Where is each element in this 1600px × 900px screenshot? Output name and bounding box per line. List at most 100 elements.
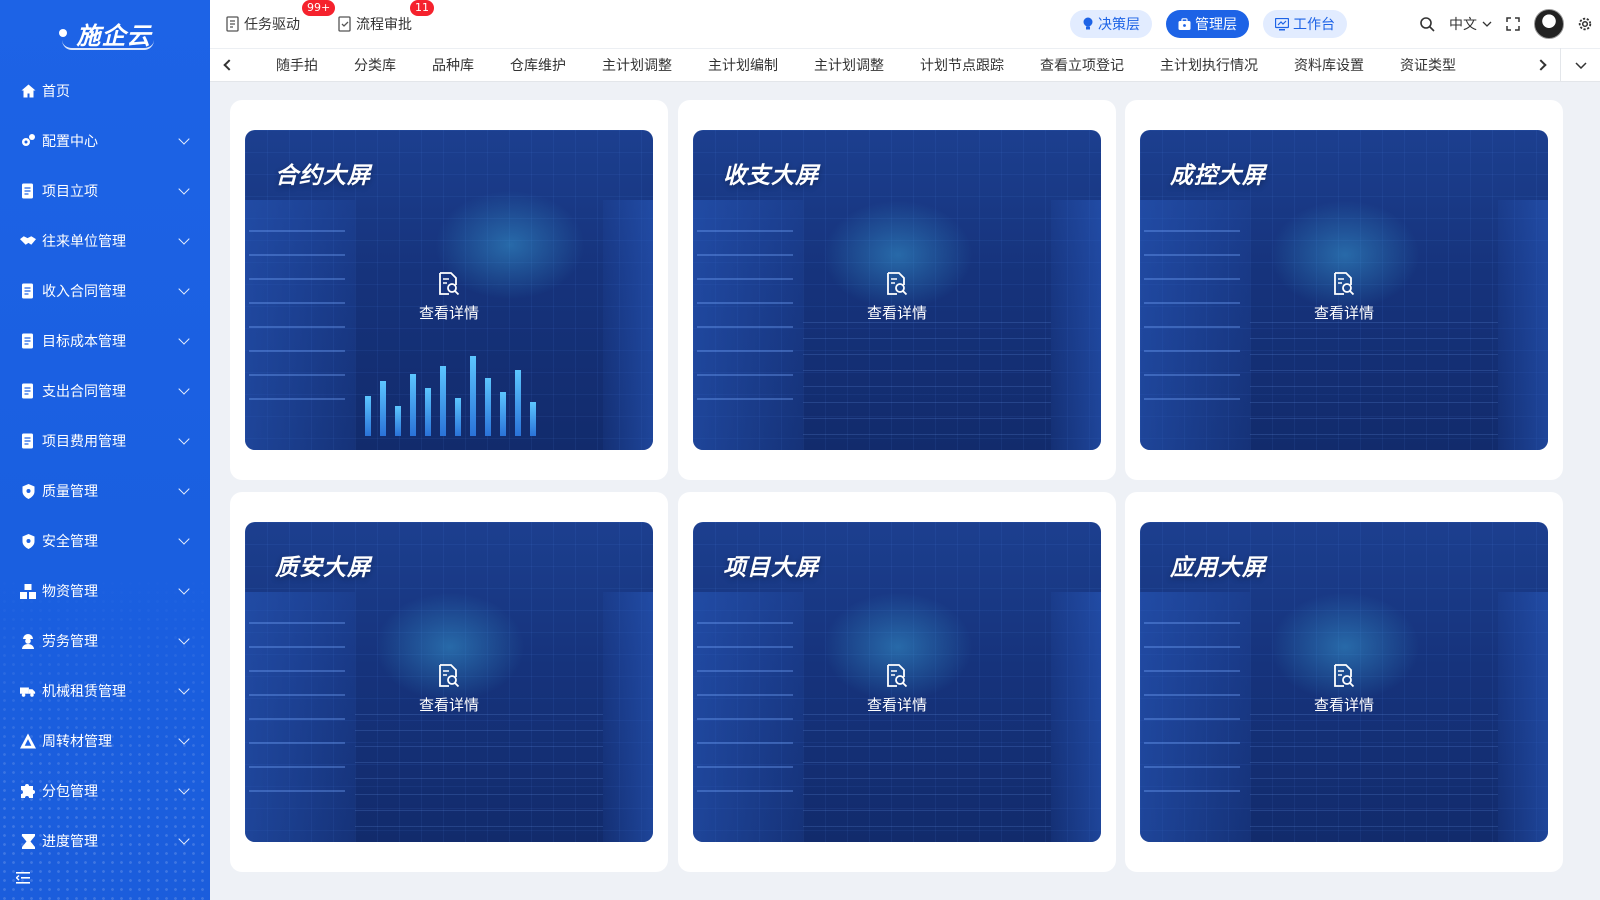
sidebar-item-0[interactable]: 首页 (0, 66, 210, 116)
sidebar-item-2[interactable]: 项目立项 (0, 166, 210, 216)
tab-bar: 随手拍 分类库 品种库 仓库维护 主计划调整 主计划编制 主计划调整 计划节点跟踪 查看立项登记… (210, 48, 1600, 82)
sidebar-item-label: 往来单位管理 (42, 234, 126, 250)
decision-layer-button[interactable]: 决策层 (1070, 10, 1152, 38)
view-details-button[interactable]: 查看详情 (867, 664, 927, 715)
decor-bar (440, 366, 446, 436)
settings-gear-icon[interactable] (1578, 17, 1592, 31)
tab-1[interactable]: 分类库 (354, 55, 396, 75)
app-logo[interactable]: 施企云 (0, 0, 210, 66)
contract-icon (20, 283, 36, 299)
decor-bar (365, 396, 371, 436)
tab-4[interactable]: 主计划调整 (602, 55, 672, 75)
language-select[interactable]: 中文 (1449, 14, 1492, 34)
logo-dot (58, 29, 67, 37)
sidebar-item-4[interactable]: 收入合同管理 (0, 266, 210, 316)
dashboard-preview[interactable]: 收支大屏 查看详情 (693, 130, 1101, 450)
dashboard-preview[interactable]: 成控大屏查看详情 (1140, 130, 1548, 450)
view-details-button[interactable]: 查看详情 (419, 664, 479, 715)
user-avatar[interactable] (1534, 9, 1564, 39)
screen-right-panel (603, 592, 653, 842)
screen-row-line (697, 694, 793, 696)
expense-icon (20, 433, 36, 449)
view-details-label: 查看详情 (1313, 304, 1375, 322)
screen-row-line (1144, 646, 1240, 648)
dashboard-card[interactable]: 合约大屏查看详情 (230, 100, 668, 480)
sidebar-item-12[interactable]: 机械租赁管理 (0, 666, 210, 716)
sidebar-item-6[interactable]: 支出合同管理 (0, 366, 210, 416)
sidebar-item-14[interactable]: 分包管理 (0, 766, 210, 816)
chevron-down-icon (178, 383, 190, 395)
sidebar-item-10[interactable]: 物资管理 (0, 566, 210, 616)
sidebar-item-9[interactable]: 安全管理 (0, 516, 210, 566)
dashboard-card[interactable]: 收支大屏 查看详情 (678, 100, 1116, 480)
view-details-button[interactable]: 查看详情 (419, 272, 479, 323)
chevron-down-icon (178, 433, 190, 445)
screen-row-line (697, 718, 793, 720)
sidebar-item-label: 物资管理 (42, 584, 98, 600)
chevron-down-icon (178, 183, 190, 195)
dashboard-card[interactable]: 成控大屏查看详情 (1125, 100, 1563, 480)
screen-row-line (697, 350, 793, 352)
tab-9[interactable]: 主计划执行情况 (1160, 55, 1258, 75)
dashboard-card[interactable]: 应用大屏 查看详情 (1125, 492, 1563, 872)
dashboard-preview[interactable]: 质安大屏查看详情 (245, 522, 653, 842)
chevron-down-icon (1574, 61, 1587, 69)
sidebar-item-1[interactable]: 配置中心 (0, 116, 210, 166)
screen-row-line (1144, 742, 1240, 744)
sidebar-item-label: 配置中心 (42, 134, 98, 150)
tabs-scroll-left-button[interactable] (210, 48, 244, 82)
dashboard-card[interactable]: 项目大屏查看详情 (678, 492, 1116, 872)
sidebar-item-15[interactable]: 进度管理 (0, 816, 210, 866)
screen-left-panel (1140, 200, 1250, 450)
sidebar-item-7[interactable]: 项目费用管理 (0, 416, 210, 466)
decor-bar (395, 406, 401, 436)
chevron-left-icon (223, 59, 235, 71)
view-details-button[interactable]: 查看详情 (1314, 664, 1374, 715)
dashboard-preview[interactable]: 项目大屏查看详情 (693, 522, 1101, 842)
dashboard-card[interactable]: 质安大屏查看详情 (230, 492, 668, 872)
screen-bar-decor (365, 346, 536, 436)
tab-7[interactable]: 计划节点跟踪 (920, 55, 1004, 75)
task-driven-button[interactable]: 任务驱动 99+ (226, 0, 336, 34)
monitor-icon (1275, 17, 1289, 30)
sidebar-item-8[interactable]: 质量管理 (0, 466, 210, 516)
dashboard-title: 质安大屏 (275, 555, 371, 581)
tab-8[interactable]: 查看立项登记 (1040, 55, 1124, 75)
tab-list: 随手拍 分类库 品种库 仓库维护 主计划调整 主计划编制 主计划调整 计划节点跟踪 查看立项登记… (244, 55, 1526, 75)
tab-5[interactable]: 主计划编制 (708, 55, 778, 75)
dashboard-preview[interactable]: 合约大屏查看详情 (245, 130, 653, 450)
view-details-button[interactable]: 查看详情 (1314, 272, 1374, 323)
fullscreen-icon[interactable] (1506, 17, 1520, 31)
approval-count-badge: 11 (410, 0, 434, 16)
management-layer-button[interactable]: 管理层 (1166, 10, 1249, 38)
dashboard-preview[interactable]: 应用大屏 查看详情 (1140, 522, 1548, 842)
screen-right-panel (1051, 200, 1101, 450)
sidebar-item-5[interactable]: 目标成本管理 (0, 316, 210, 366)
sidebar-item-13[interactable]: 周转材管理 (0, 716, 210, 766)
sidebar-item-label: 项目费用管理 (42, 434, 126, 450)
tabs-more-button[interactable] (1560, 48, 1600, 82)
dashboard-title: 项目大屏 (723, 555, 819, 581)
search-icon[interactable] (1420, 16, 1435, 32)
tabs-scroll-right-button[interactable] (1526, 48, 1560, 82)
workbench-button[interactable]: 工作台 (1263, 10, 1347, 38)
sidebar-menu: 首页配置中心项目立项往来单位管理收入合同管理 目标成本管理 支出合同管理项目费用管理… (0, 66, 210, 866)
tab-11[interactable]: 资证类型 (1400, 55, 1456, 75)
tab-6[interactable]: 主计划调整 (814, 55, 884, 75)
view-details-button[interactable]: 查看详情 (867, 272, 927, 323)
payment-icon (20, 383, 36, 399)
document-search-icon (887, 272, 908, 296)
tab-10[interactable]: 资料库设置 (1294, 55, 1364, 75)
tab-3[interactable]: 仓库维护 (510, 55, 566, 75)
tab-2[interactable]: 品种库 (432, 55, 474, 75)
dashboard-title: 成控大屏 (1170, 163, 1266, 189)
home-icon (20, 83, 36, 99)
decision-layer-label: 决策层 (1098, 17, 1140, 33)
process-approval-button[interactable]: 流程审批 11 (338, 0, 434, 34)
dashboard-title: 合约大屏 (275, 163, 371, 189)
view-details-label: 查看详情 (418, 696, 480, 714)
tab-0[interactable]: 随手拍 (276, 55, 318, 75)
sidebar-item-3[interactable]: 往来单位管理 (0, 216, 210, 266)
sidebar-item-11[interactable]: 劳务管理 (0, 616, 210, 666)
collapse-sidebar-icon[interactable] (16, 872, 30, 884)
